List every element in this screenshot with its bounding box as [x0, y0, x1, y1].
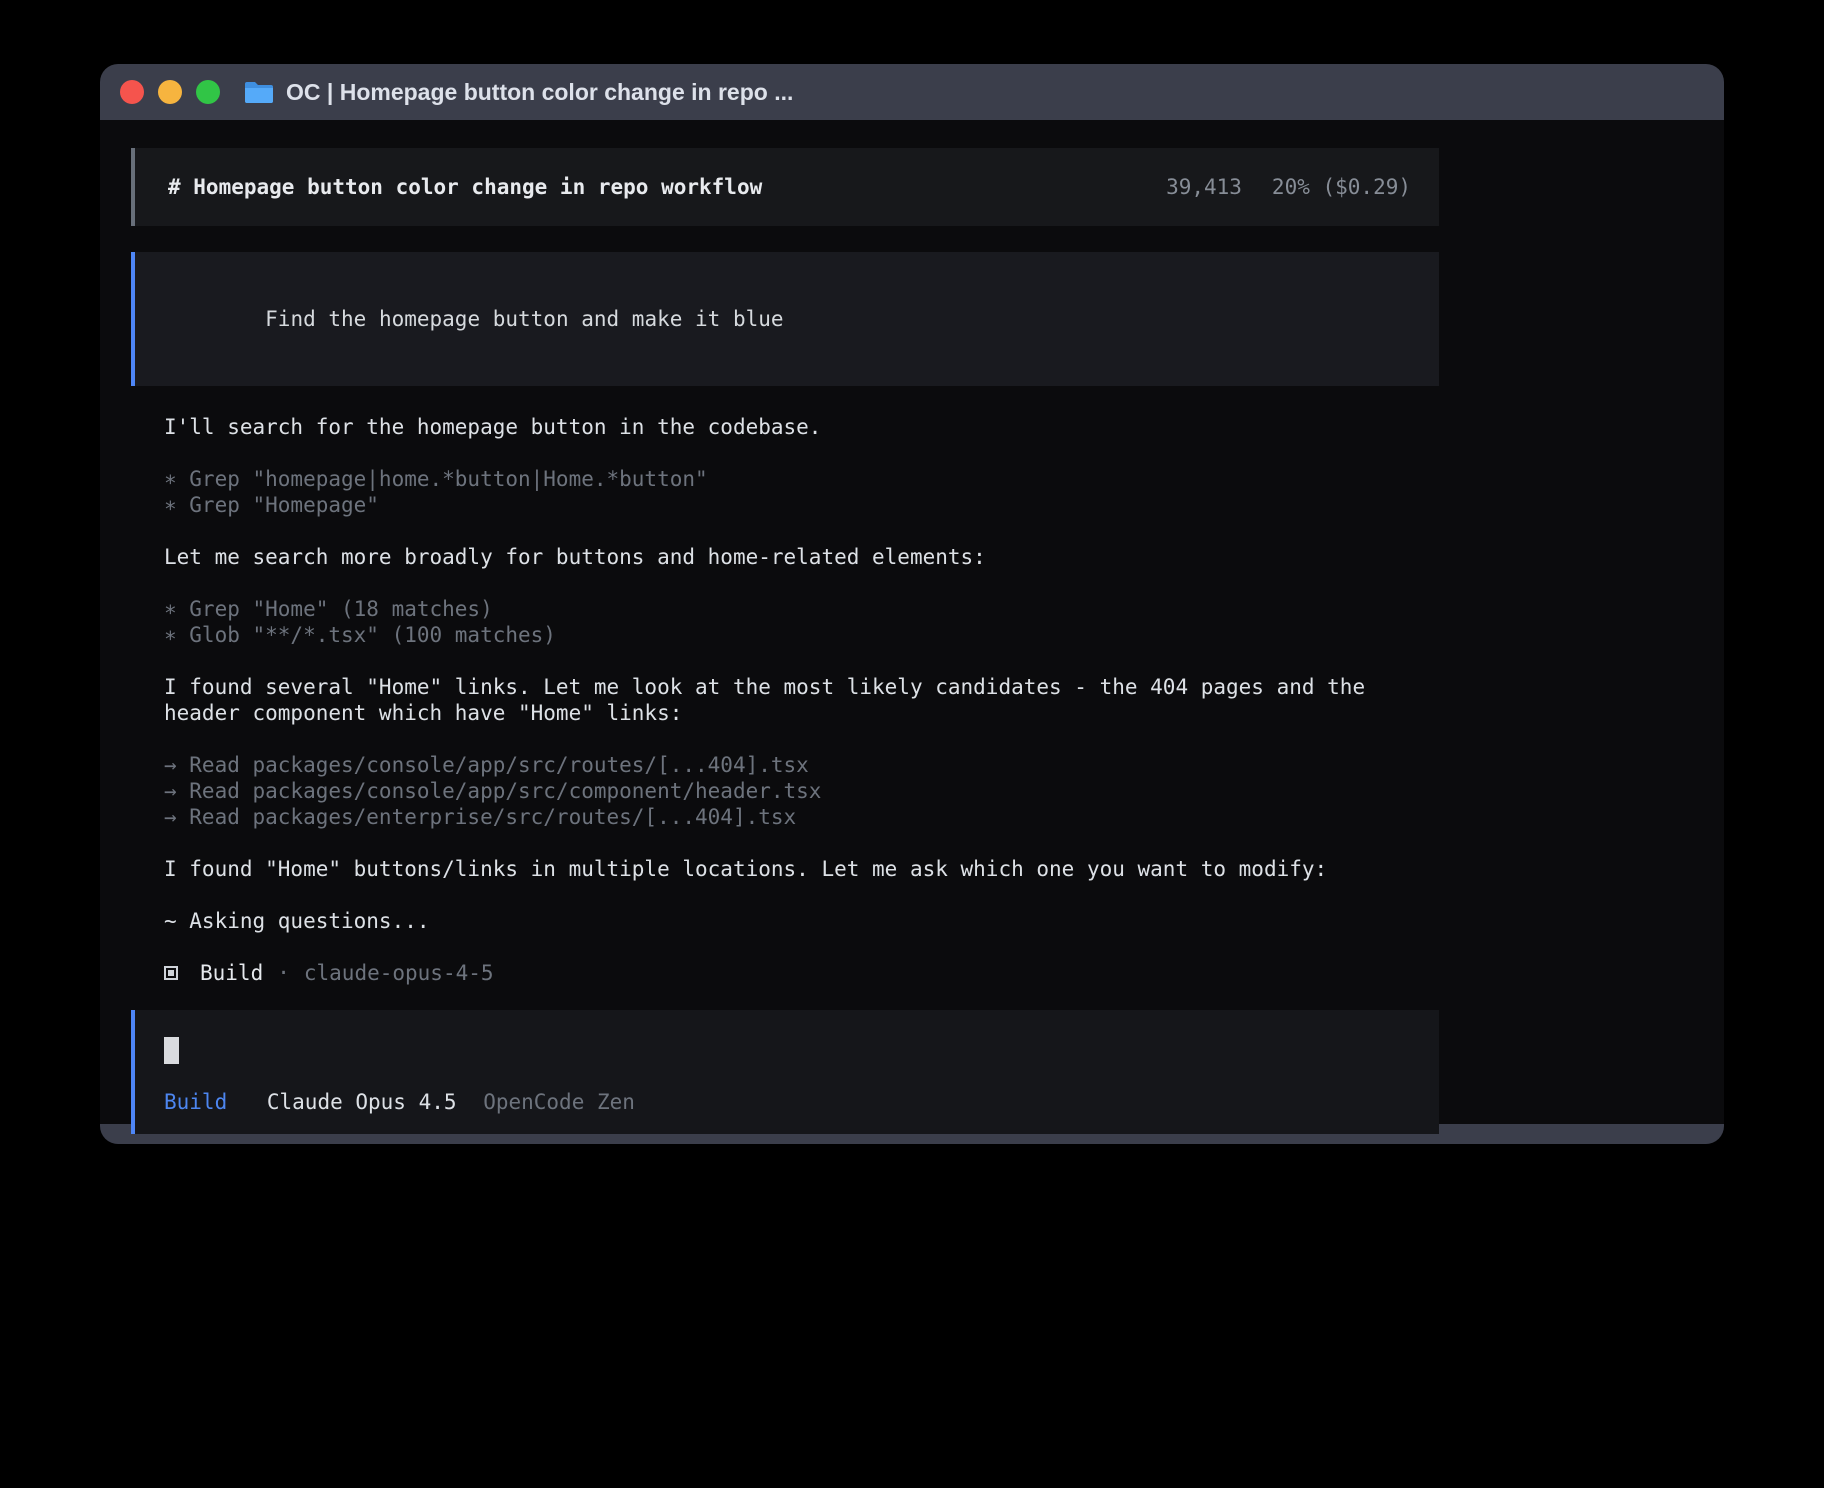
minimize-button[interactable]: [158, 80, 182, 104]
prompt-input[interactable]: Build Claude Opus 4.5 OpenCode Zen: [131, 1010, 1439, 1134]
conversation-line: [164, 726, 1439, 752]
conversation-line: ∗ Grep "Home" (18 matches): [164, 596, 1439, 622]
session-stats: 39,413 20% ($0.29): [1166, 173, 1411, 201]
zoom-button[interactable]: [196, 80, 220, 104]
close-button[interactable]: [120, 80, 144, 104]
conversation-line: [164, 882, 1439, 908]
conversation-line: I found "Home" buttons/links in multiple…: [164, 856, 1439, 882]
user-message: Find the homepage button and make it blu…: [131, 252, 1439, 386]
conversation-line: [164, 570, 1439, 596]
conversation: I'll search for the homepage button in t…: [131, 414, 1439, 960]
window-title: OC | Homepage button color change in rep…: [286, 79, 793, 106]
conversation-line: → Read packages/enterprise/src/routes/[.…: [164, 804, 1439, 830]
conversation-line: [164, 648, 1439, 674]
terminal-content: # Homepage button color change in repo w…: [100, 120, 1724, 1124]
input-status-line: Build Claude Opus 4.5 OpenCode Zen: [164, 1089, 1411, 1115]
conversation-line: → Read packages/console/app/src/routes/[…: [164, 752, 1439, 778]
conversation-line: ∗ Glob "**/*.tsx" (100 matches): [164, 622, 1439, 648]
conversation-line: ~ Asking questions...: [164, 908, 1439, 934]
terminal-window: OC | Homepage button color change in rep…: [100, 64, 1724, 1144]
input-provider-label: OpenCode Zen: [483, 1090, 635, 1114]
agent-name: Build: [200, 961, 263, 985]
model-name: claude-opus-4-5: [304, 961, 494, 985]
status-separator: ·: [277, 961, 290, 985]
user-message-text: Find the homepage button and make it blu…: [265, 307, 783, 331]
window-controls: [120, 80, 220, 104]
token-count: 39,413: [1166, 175, 1242, 199]
text-cursor: [164, 1037, 179, 1064]
session-header: # Homepage button color change in repo w…: [131, 148, 1439, 226]
folder-icon: [244, 80, 274, 105]
conversation-line: I found several "Home" links. Let me loo…: [164, 674, 1439, 726]
conversation-line: [164, 440, 1439, 466]
agent-icon: [164, 966, 178, 980]
agent-status-line: Build · claude-opus-4-5: [131, 960, 1439, 986]
conversation-line: [164, 518, 1439, 544]
conversation-line: [164, 934, 1439, 960]
titlebar[interactable]: OC | Homepage button color change in rep…: [100, 64, 1724, 120]
conversation-line: ∗ Grep "Homepage": [164, 492, 1439, 518]
conversation-line: Let me search more broadly for buttons a…: [164, 544, 1439, 570]
session-title: # Homepage button color change in repo w…: [168, 173, 762, 201]
input-agent-label[interactable]: Build: [164, 1090, 227, 1114]
desktop-background: { "window": { "title": "OC | Homepage bu…: [0, 0, 1824, 1488]
conversation-line: [164, 830, 1439, 856]
input-model-label[interactable]: Claude Opus 4.5: [267, 1090, 457, 1114]
conversation-line: → Read packages/console/app/src/componen…: [164, 778, 1439, 804]
context-usage: 20% ($0.29): [1272, 175, 1411, 199]
conversation-line: I'll search for the homepage button in t…: [164, 414, 1439, 440]
conversation-line: ∗ Grep "homepage|home.*button|Home.*butt…: [164, 466, 1439, 492]
